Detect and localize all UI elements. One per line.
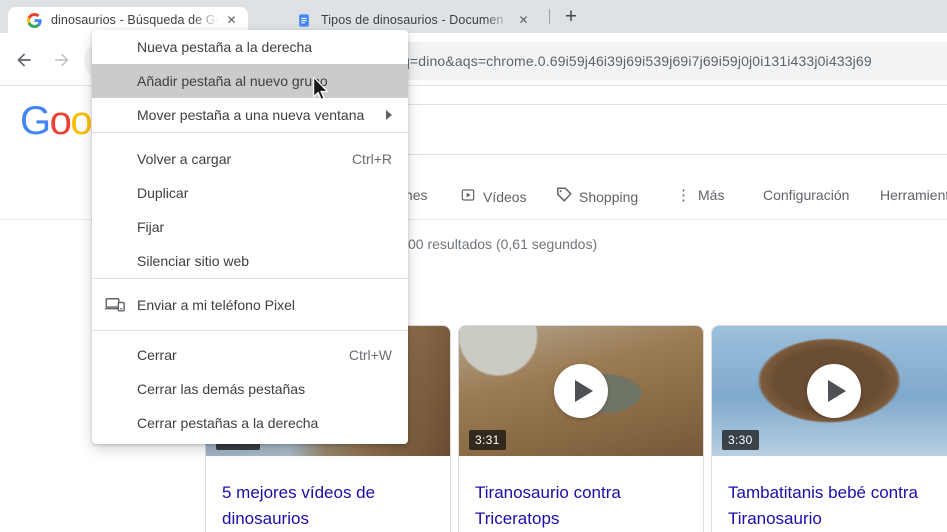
menu-item-label: Cerrar pestañas a la derecha	[137, 415, 319, 431]
tab-mas[interactable]: ⋮ Más	[676, 187, 724, 203]
video-title-link[interactable]: 5 mejores vídeos de dinosaurios	[206, 456, 450, 532]
menu-item-label: Cerrar las demás pestañas	[137, 381, 306, 397]
video-card[interactable]: 3:30 Tambatitanis bebé contra Tiranosaur…	[711, 325, 947, 532]
menu-item-cerrar-demas-pestanas[interactable]: Cerrar las demás pestañas	[92, 372, 408, 406]
nav-label: Más	[698, 187, 725, 203]
tab-strip: dinosaurios - Búsqueda de Go ✕ Tipos de …	[0, 0, 947, 33]
tag-icon	[556, 187, 572, 206]
menu-item-label: Silenciar sitio web	[137, 253, 250, 269]
menu-item-mover-pestana-ventana[interactable]: Mover pestaña a una nueva ventana	[92, 98, 408, 132]
tab-strip-divider	[549, 9, 550, 24]
menu-shortcut: Ctrl+W	[348, 347, 392, 363]
play-icon[interactable]	[554, 364, 608, 418]
tab-videos[interactable]: Vídeos	[460, 187, 527, 206]
play-icon[interactable]	[807, 364, 861, 418]
duration-badge: 3:30	[722, 430, 759, 450]
video-icon	[460, 187, 476, 206]
more-vert-icon: ⋮	[676, 186, 691, 204]
browser-window: dinosaurios - Búsqueda de Go ✕ Tipos de …	[0, 0, 947, 532]
google-docs-icon	[296, 12, 312, 28]
devices-icon	[104, 295, 126, 315]
logo-letter: o	[70, 99, 92, 143]
forward-icon[interactable]	[51, 49, 73, 71]
submenu-arrow-icon	[386, 110, 392, 120]
menu-item-nueva-pestana-derecha[interactable]: Nueva pestaña a la derecha	[92, 30, 408, 64]
logo-letter: G	[20, 99, 51, 143]
tab-title: dinosaurios - Búsqueda de Go	[51, 13, 219, 27]
menu-item-volver-a-cargar[interactable]: Volver a cargar Ctrl+R	[92, 142, 408, 176]
video-thumbnail[interactable]: 3:30	[712, 326, 947, 456]
nav-label: Herramientas	[880, 187, 947, 203]
menu-item-cerrar-pestanas-derecha[interactable]: Cerrar pestañas a la derecha	[92, 406, 408, 440]
result-stats: 00 resultados (0,61 segundos)	[408, 236, 598, 252]
menu-item-label: Fijar	[137, 219, 165, 235]
back-icon[interactable]	[13, 49, 35, 71]
url-text: q=dino&aqs=chrome.0.69i59j46i39j69i539j6…	[402, 53, 872, 69]
tab-close-icon[interactable]: ✕	[515, 12, 532, 29]
menu-item-label: Mover pestaña a una nueva ventana	[137, 107, 365, 123]
menu-item-fijar[interactable]: Fijar	[92, 210, 408, 244]
nav-label: Configuración	[763, 187, 850, 203]
menu-item-anadir-pestana-grupo[interactable]: Añadir pestaña al nuevo grupo	[92, 64, 408, 98]
menu-item-silenciar-sitio[interactable]: Silenciar sitio web	[92, 244, 408, 278]
menu-item-label: Cerrar	[137, 347, 177, 363]
menu-shortcut: Ctrl+R	[351, 151, 392, 167]
menu-item-duplicar[interactable]: Duplicar	[92, 176, 408, 210]
menu-item-label: Enviar a mi teléfono Pixel	[137, 297, 295, 313]
tools-link[interactable]: Herramientas	[880, 187, 947, 203]
duration-badge: 3:31	[469, 430, 506, 450]
video-card[interactable]: 3:31 Tiranosaurio contra Triceratops	[458, 325, 704, 532]
tab-context-menu: Nueva pestaña a la derecha Añadir pestañ…	[92, 30, 408, 444]
new-tab-button[interactable]: +	[557, 4, 585, 30]
menu-item-label: Nueva pestaña a la derecha	[137, 39, 313, 55]
menu-item-label: Duplicar	[137, 185, 189, 201]
google-g-icon	[26, 12, 42, 28]
nav-label: Vídeos	[483, 188, 527, 205]
menu-item-cerrar[interactable]: Cerrar Ctrl+W	[92, 338, 408, 372]
menu-item-label: Añadir pestaña al nuevo grupo	[137, 73, 328, 89]
tab-title: Tipos de dinosaurios - Documen	[321, 13, 511, 27]
menu-item-label: Volver a cargar	[137, 151, 232, 167]
tab-close-icon[interactable]: ✕	[223, 12, 240, 29]
menu-item-enviar-telefono-pixel[interactable]: Enviar a mi teléfono Pixel	[92, 288, 408, 322]
video-thumbnail[interactable]: 3:31	[459, 326, 703, 456]
tab-shopping[interactable]: Shopping	[556, 187, 638, 206]
video-title-link[interactable]: Tambatitanis bebé contra Tiranosaurio	[712, 456, 947, 532]
settings-link[interactable]: Configuración	[763, 187, 849, 203]
nav-label: Shopping	[579, 188, 639, 205]
video-title-link[interactable]: Tiranosaurio contra Triceratops	[459, 456, 703, 532]
logo-letter: o	[49, 99, 72, 143]
mouse-cursor-icon	[312, 75, 329, 107]
